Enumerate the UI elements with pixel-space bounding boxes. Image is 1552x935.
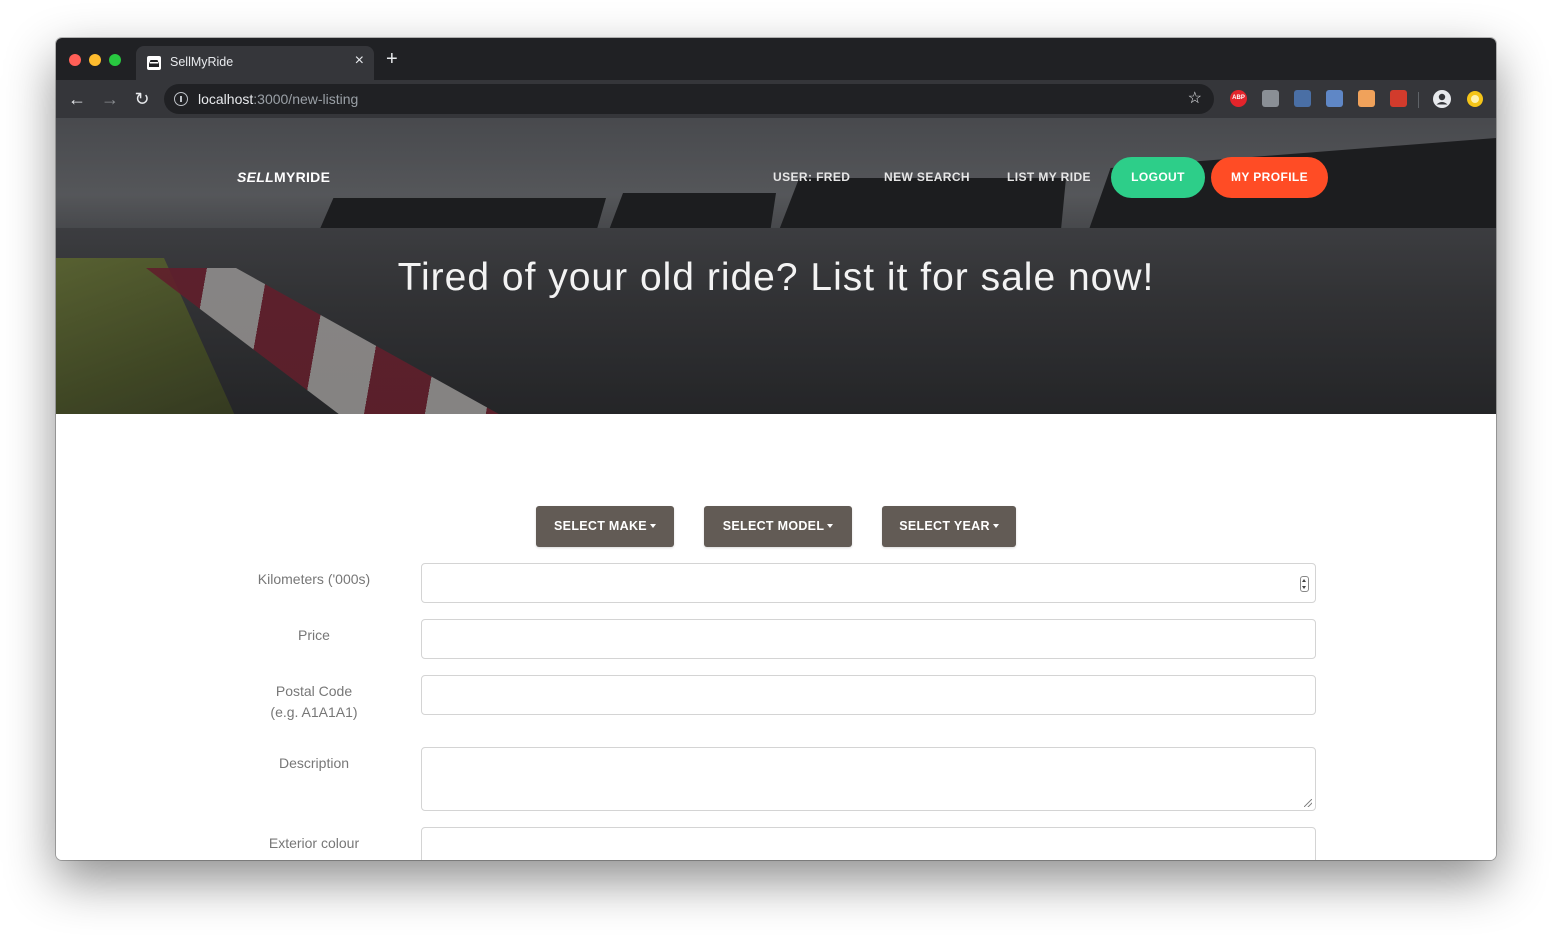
select-make-dropdown[interactable]: SELECT MAKE [536,506,674,547]
logout-button[interactable]: LOGOUT [1111,157,1205,198]
select-year-dropdown[interactable]: SELECT YEAR [882,506,1016,547]
nav-user[interactable]: USER: FRED [773,170,850,184]
close-window-button[interactable] [69,54,81,66]
postal-code-input[interactable] [421,675,1316,715]
adblock-plus-icon[interactable]: ABP [1230,90,1247,107]
description-textarea[interactable] [421,747,1316,811]
minimize-window-button[interactable] [89,54,101,66]
maximize-window-button[interactable] [109,54,121,66]
browser-tab[interactable]: SellMyRide × [136,46,374,80]
nav-new-search[interactable]: NEW SEARCH [884,170,970,184]
hero-headline: Tired of your old ride? List it for sale… [397,256,1155,299]
reload-icon[interactable]: ↻ [131,88,153,110]
info-icon[interactable] [174,92,188,106]
url-host: localhost [198,91,254,107]
owl-icon[interactable] [1294,90,1311,107]
nav-list-my-ride[interactable]: LIST MY RIDE [1007,170,1091,184]
browser-toolbar: ← → ↻ localhost:3000/new-listing ☆ ABP [56,80,1496,118]
kilometers-label: Kilometers ('000s) [257,571,371,587]
toolbar-divider [1418,92,1419,108]
forward-icon[interactable]: → [99,88,121,110]
back-icon[interactable]: ← [66,88,88,110]
exterior-colour-input[interactable] [421,827,1316,860]
description-label: Description [278,755,350,771]
browser-window: SellMyRide × + ← → ↻ localhost:3000/new-… [56,38,1496,860]
car-favicon-icon [147,56,161,70]
select-year-label: SELECT YEAR [899,519,990,533]
postal-code-label: Postal Code (e.g. A1A1A1) [232,681,396,723]
kilometers-input[interactable] [421,563,1316,603]
url-text: localhost:3000/new-listing [198,91,358,107]
puzzle-icon[interactable] [1390,90,1407,107]
face-icon[interactable] [1358,90,1375,107]
postal-code-label-line1: Postal Code [275,683,353,699]
brand-sell: SELL [237,169,274,185]
profile-avatar-icon[interactable] [1432,89,1452,109]
postal-code-label-line2: (e.g. A1A1A1) [270,704,358,720]
coin-extension-icon[interactable] [1466,90,1484,108]
price-label: Price [298,627,330,643]
tab-close-icon[interactable]: × [355,52,364,70]
resize-handle-icon[interactable] [1304,799,1312,807]
select-model-label: SELECT MODEL [722,519,825,533]
chevron-down-icon [992,524,999,528]
address-bar[interactable]: localhost:3000/new-listing ☆ [164,84,1214,114]
url-path: :3000/new-listing [253,91,359,107]
translate-icon[interactable] [1262,90,1279,107]
page-content: SELLMYRIDE USER: FRED NEW SEARCH LIST MY… [56,118,1496,860]
number-spinner-icon[interactable] [1300,576,1309,592]
exterior-colour-label: Exterior colour [268,835,360,851]
brand-logo[interactable]: SELLMYRIDE [237,169,330,185]
tab-title: SellMyRide [170,55,234,69]
select-make-label: SELECT MAKE [554,519,647,533]
bookmark-star-icon[interactable]: ☆ [1188,88,1202,108]
brand-rest: MYRIDE [273,169,331,185]
select-model-dropdown[interactable]: SELECT MODEL [704,506,852,547]
new-tab-button[interactable]: + [386,49,398,69]
my-profile-button[interactable]: MY PROFILE [1211,157,1328,198]
chevron-down-icon [649,524,656,528]
price-input[interactable] [421,619,1316,659]
ring-icon[interactable] [1326,90,1343,107]
hero-banner: SELLMYRIDE USER: FRED NEW SEARCH LIST MY… [56,118,1496,414]
tab-strip: SellMyRide × + [56,38,1496,80]
chevron-down-icon [827,524,834,528]
